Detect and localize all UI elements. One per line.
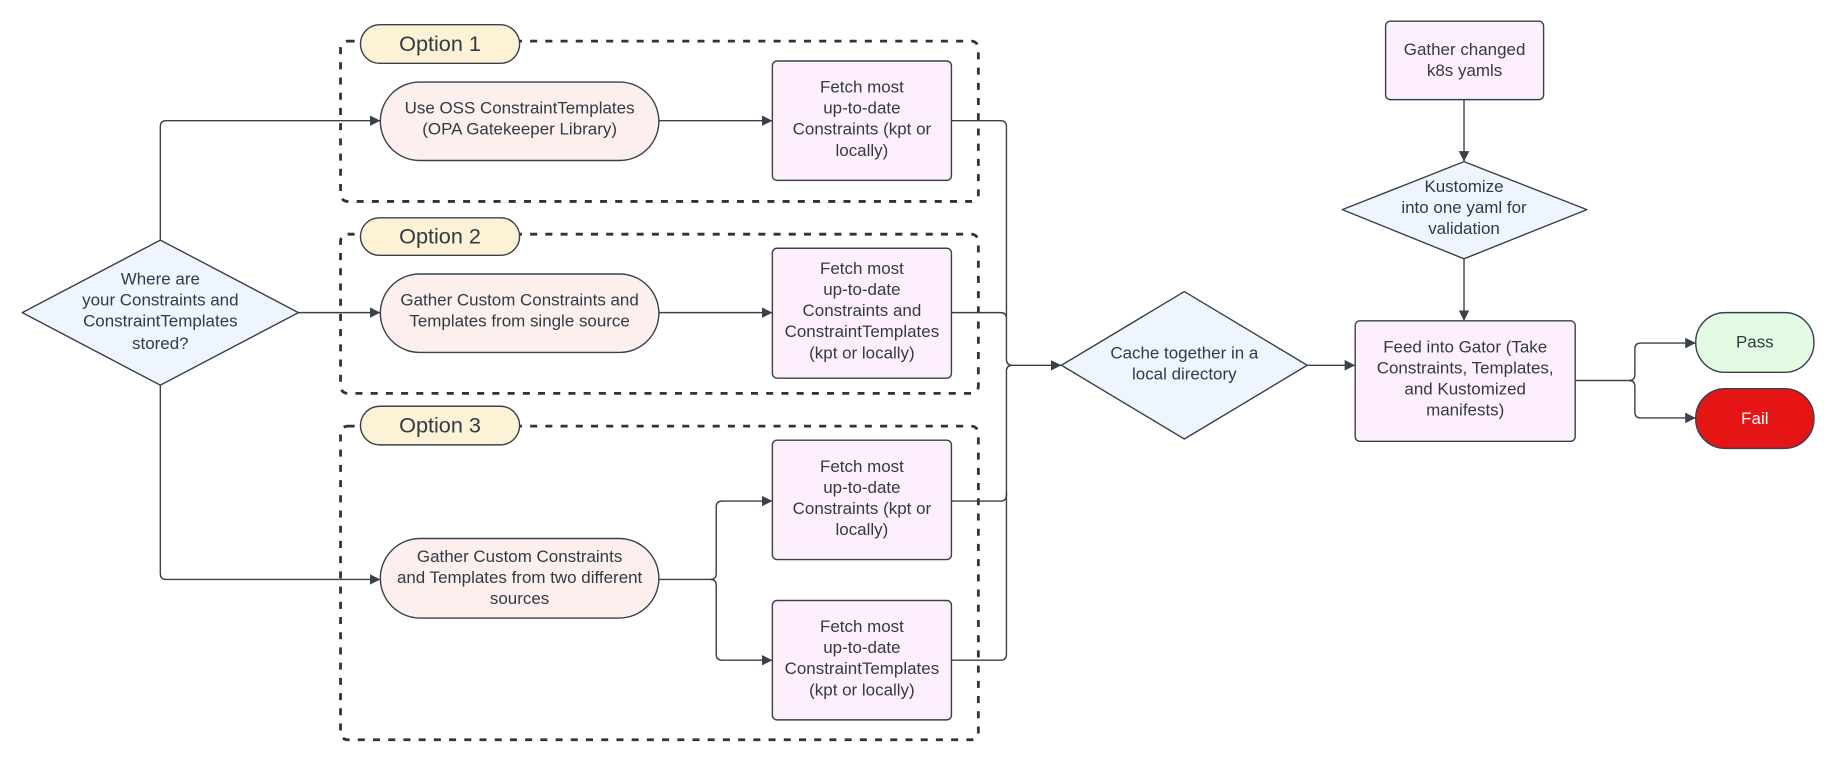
svg-text:k8s yamls: k8s yamls: [1427, 61, 1502, 80]
svg-text:ConstraintTemplates: ConstraintTemplates: [83, 312, 238, 331]
fetch-constraints-and-templates: Fetch most up-to-date Constraints and Co…: [771, 247, 953, 379]
svg-text:sources: sources: [490, 589, 549, 608]
svg-text:ConstraintTemplates: ConstraintTemplates: [785, 659, 940, 678]
svg-text:Cache together in a: Cache together in a: [1110, 343, 1259, 362]
edge-decision-option1: [159, 115, 381, 241]
svg-text:Fetch most: Fetch most: [820, 617, 904, 636]
edge-feed-pass: [1575, 337, 1696, 382]
pass-terminal: Pass: [1695, 311, 1815, 374]
fetch-templates-3: Fetch most up-to-date ConstraintTemplate…: [771, 599, 953, 721]
option-2-label: Option 2: [399, 224, 481, 249]
svg-text:local directory: local directory: [1132, 364, 1237, 383]
gather-changed-yamls: Gather changed k8s yamls: [1384, 20, 1545, 101]
edge-fetch2-cache: [951, 311, 1008, 319]
svg-text:Gather Custom Constraints: Gather Custom Constraints: [417, 547, 622, 566]
svg-text:Fetch most: Fetch most: [820, 457, 904, 476]
svg-text:Gather changed: Gather changed: [1404, 40, 1526, 59]
svg-text:and Kustomized: and Kustomized: [1404, 380, 1526, 399]
svg-text:up-to-date: up-to-date: [823, 99, 900, 118]
fetch-constraints-1: Fetch most up-to-date Constraints (kpt o…: [771, 60, 953, 182]
oval-gather-two-sources: Gather Custom Constraints and Templates …: [379, 537, 660, 619]
svg-text:Fetch most: Fetch most: [820, 259, 904, 278]
svg-text:up-to-date: up-to-date: [823, 478, 900, 497]
flowchart: Option 1 Option 2 Option 3 Where are you…: [21, 20, 1815, 742]
svg-text:stored?: stored?: [132, 334, 189, 353]
edge-oval3-fetch3b: [710, 578, 773, 666]
option-3-label: Option 3: [399, 413, 481, 438]
svg-text:Fail: Fail: [1741, 409, 1768, 428]
feed-into-gator: Feed into Gator (Take Constraints, Templ…: [1354, 320, 1576, 443]
svg-text:Feed into Gator (Take: Feed into Gator (Take: [1383, 337, 1547, 356]
fetch-constraints-3: Fetch most up-to-date Constraints (kpt o…: [771, 439, 953, 561]
start-decision: Where are your Constraints and Constrain…: [21, 239, 300, 386]
edge-oval3-fetch3a: [658, 495, 773, 581]
edge-fetch3a-cache: [951, 364, 1013, 502]
svg-text:(kpt or locally): (kpt or locally): [809, 680, 915, 699]
fail-terminal: Fail: [1695, 387, 1815, 450]
svg-text:(OPA Gatekeeper Library): (OPA Gatekeeper Library): [422, 120, 617, 139]
svg-text:(kpt or locally): (kpt or locally): [809, 343, 915, 362]
oval-use-oss-templates: Use OSS ConstraintTemplates (OPA Gatekee…: [379, 81, 660, 162]
svg-text:up-to-date: up-to-date: [823, 638, 900, 657]
svg-text:into one yaml for: into one yaml for: [1401, 198, 1527, 217]
edge-feed-fail: [1628, 379, 1696, 424]
svg-text:Use OSS ConstraintTemplates: Use OSS ConstraintTemplates: [405, 99, 635, 118]
svg-text:Constraints (kpt or: Constraints (kpt or: [793, 499, 932, 518]
svg-text:Pass: Pass: [1736, 333, 1774, 352]
svg-text:manifests): manifests): [1426, 401, 1504, 420]
svg-text:and Templates from two differe: and Templates from two different: [397, 568, 643, 587]
cache-decision: Cache together in a local directory: [1060, 290, 1308, 440]
svg-text:Where are: Where are: [121, 270, 200, 289]
svg-text:your Constraints and: your Constraints and: [82, 291, 238, 310]
svg-text:locally): locally): [836, 141, 889, 160]
svg-text:validation: validation: [1428, 219, 1500, 238]
svg-text:Kustomize: Kustomize: [1424, 177, 1503, 196]
svg-text:Templates from single source: Templates from single source: [409, 312, 629, 331]
svg-text:up-to-date: up-to-date: [823, 280, 900, 299]
svg-text:Constraints (kpt or: Constraints (kpt or: [793, 120, 932, 139]
kustomize-decision: Kustomize into one yaml for validation: [1341, 160, 1588, 260]
svg-text:Gather Custom Constraints and: Gather Custom Constraints and: [400, 291, 638, 310]
option-1-label: Option 1: [399, 31, 481, 56]
edge-fetch1-cache: [951, 119, 1013, 366]
svg-text:Constraints, Templates,: Constraints, Templates,: [1377, 358, 1554, 377]
edge-decision-option3: [159, 385, 381, 585]
oval-gather-single-source: Gather Custom Constraints and Templates …: [379, 273, 660, 354]
svg-text:ConstraintTemplates: ConstraintTemplates: [785, 322, 940, 341]
svg-text:Constraints and: Constraints and: [803, 301, 922, 320]
svg-text:Fetch most: Fetch most: [820, 78, 904, 97]
svg-text:locally): locally): [836, 520, 889, 539]
